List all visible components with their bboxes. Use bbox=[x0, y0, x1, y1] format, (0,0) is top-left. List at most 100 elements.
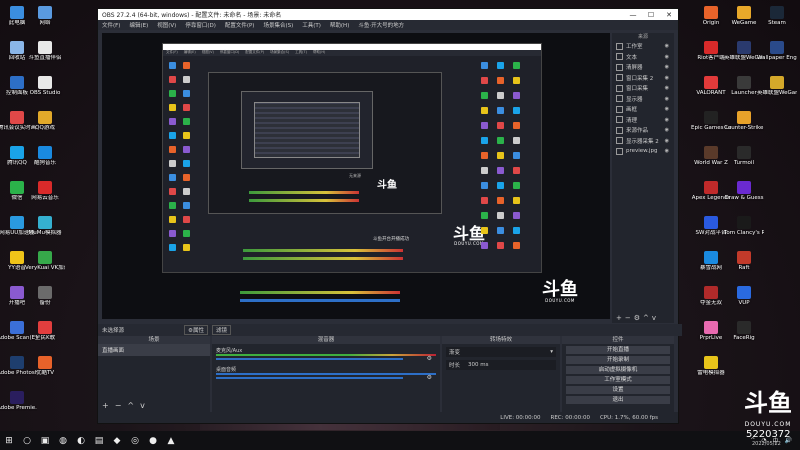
source-item[interactable]: 清屏器 ◉ bbox=[612, 62, 674, 73]
properties-button[interactable]: ⚙属性 bbox=[184, 325, 208, 335]
search-icon[interactable]: ○ bbox=[18, 431, 36, 450]
transition-select[interactable]: 渐变 ▾ bbox=[446, 347, 556, 357]
source-settings-button[interactable]: ⚙ bbox=[634, 314, 640, 322]
obs-titlebar[interactable]: OBS 27.2.4 (64-bit, windows) - 配置文件: 未命名… bbox=[98, 9, 678, 20]
studio-mode-button[interactable]: 工作室模式 bbox=[566, 376, 670, 384]
desktop-icon[interactable]: VALORANT bbox=[694, 72, 728, 107]
desktop-icon[interactable]: FaceRig bbox=[727, 317, 761, 352]
chrome-icon[interactable]: ◐ bbox=[72, 431, 90, 450]
desktop-icon[interactable]: Riot客户端 bbox=[694, 37, 728, 72]
eye-icon[interactable]: ◉ bbox=[665, 64, 669, 70]
desktop-icon[interactable]: 全民K歌 bbox=[28, 317, 62, 352]
menu-item[interactable]: 视图(V) bbox=[157, 21, 176, 29]
menu-item[interactable]: 配置文件(P) bbox=[225, 21, 255, 29]
eye-icon[interactable]: ◉ bbox=[665, 75, 669, 81]
menu-item[interactable]: 斗鱼·开大号的地方 bbox=[358, 21, 404, 29]
desktop-icon[interactable]: 备份 bbox=[28, 282, 62, 317]
app-icon[interactable]: ● bbox=[144, 431, 162, 450]
source-item[interactable]: 工作室 ◉ bbox=[612, 41, 674, 52]
desktop-icon[interactable]: World War Z bbox=[694, 142, 728, 177]
desktop-icon[interactable]: Counter-Strike Global Off bbox=[724, 107, 764, 142]
desktop-icon[interactable]: Epic Games Launcher bbox=[691, 107, 731, 142]
eye-icon[interactable]: ◉ bbox=[665, 96, 669, 102]
desktop-icon[interactable]: Origin bbox=[694, 2, 728, 37]
desktop-icon[interactable]: 夺金无双 bbox=[694, 282, 728, 317]
eye-icon[interactable]: ◉ bbox=[665, 117, 669, 123]
source-item[interactable]: 文本 ◉ bbox=[612, 52, 674, 63]
obs-preview[interactable]: 文件(F) 编辑(E) 视图(V) 停靠窗口(D) 配置文件(P) 场景集合(S) 工具(T… bbox=[102, 33, 610, 319]
desktop-icon[interactable]: Apex Legends bbox=[692, 177, 730, 212]
desktop-icon[interactable]: 网络 bbox=[28, 2, 62, 37]
desktop-icon[interactable]: MuMu模拟器 bbox=[28, 212, 62, 247]
desktop-icon[interactable]: 优酷TV bbox=[28, 352, 62, 387]
maximize-button[interactable]: ☐ bbox=[642, 11, 660, 19]
desktop-icon[interactable]: 英雄联盟WeGame版 bbox=[724, 37, 764, 72]
eye-icon[interactable]: ◉ bbox=[665, 85, 669, 91]
menu-item[interactable]: 工具(T) bbox=[302, 21, 321, 29]
desktop-icon[interactable]: VeryKuai VK加速器 bbox=[25, 247, 65, 282]
obs-icon[interactable]: ◎ bbox=[126, 431, 144, 450]
source-item[interactable]: 窗口采集 ◉ bbox=[612, 83, 674, 94]
source-item[interactable]: 来源作品 ◉ bbox=[612, 125, 674, 136]
edge-icon[interactable]: ◍ bbox=[54, 431, 72, 450]
close-button[interactable]: ✕ bbox=[660, 11, 678, 19]
source-down-button[interactable]: v bbox=[652, 314, 656, 322]
desktop-icon[interactable]: VUP bbox=[727, 282, 761, 317]
source-item[interactable]: preview.jpg ◉ bbox=[612, 146, 674, 157]
exit-button[interactable]: 退出 bbox=[566, 396, 670, 404]
add-source-button[interactable]: + bbox=[616, 314, 622, 322]
desktop-icon[interactable]: 斗鱼直播伴侣 bbox=[28, 37, 62, 72]
filters-button[interactable]: 滤镜 bbox=[211, 325, 231, 335]
settings-button[interactable]: 设置 bbox=[566, 386, 670, 394]
scene-down-button[interactable]: v bbox=[140, 401, 145, 410]
start-button[interactable]: ⊞ bbox=[0, 431, 18, 450]
store-icon[interactable]: ◆ bbox=[108, 431, 126, 450]
eye-icon[interactable]: ◉ bbox=[665, 106, 669, 112]
remove-scene-button[interactable]: − bbox=[115, 401, 122, 410]
desktop-settings-icon[interactable]: ⚙ bbox=[427, 374, 432, 381]
start-virtual-camera-button[interactable]: 启动虚拟摄像机 bbox=[566, 366, 670, 374]
desktop-icon[interactable]: Draw & Guess bbox=[724, 177, 764, 212]
desktop-icon[interactable]: WeGame bbox=[727, 2, 761, 37]
add-scene-button[interactable]: + bbox=[102, 401, 109, 410]
eye-icon[interactable]: ◉ bbox=[665, 148, 669, 154]
task-view-icon[interactable]: ▣ bbox=[36, 431, 54, 450]
source-item[interactable]: 显示器采集 2 ◉ bbox=[612, 136, 674, 147]
eye-icon[interactable]: ◉ bbox=[665, 43, 669, 49]
scene-item[interactable]: 直播画面 bbox=[98, 344, 210, 356]
menu-item[interactable]: 场景集合(S) bbox=[263, 21, 293, 29]
menu-item[interactable]: 帮助(H) bbox=[330, 21, 349, 29]
source-item[interactable]: 清理 ◉ bbox=[612, 115, 674, 126]
desktop-icon[interactable]: Launcher bbox=[727, 72, 761, 107]
duration-field[interactable]: 时长 300 ms bbox=[446, 360, 556, 370]
menu-item[interactable]: 停靠窗口(D) bbox=[185, 21, 216, 29]
source-item[interactable]: 窗口采集 2 ◉ bbox=[612, 73, 674, 84]
start-streaming-button[interactable]: 开始直播 bbox=[566, 346, 670, 354]
eye-icon[interactable]: ◉ bbox=[665, 127, 669, 133]
desktop-icon[interactable]: Wallpaper Engine bbox=[757, 37, 797, 72]
desktop-icon[interactable]: 雷电模拟器 bbox=[694, 352, 728, 387]
desktop-icon[interactable]: Raft bbox=[727, 247, 761, 282]
desktop-icon[interactable]: 英雄联盟WeGame版 bbox=[757, 72, 797, 107]
desktop-icon[interactable]: Steam bbox=[760, 2, 794, 37]
source-up-button[interactable]: ^ bbox=[643, 314, 649, 322]
start-recording-button[interactable]: 开始录制 bbox=[566, 356, 670, 364]
desktop-icon[interactable]: Turmoil bbox=[727, 142, 761, 177]
menu-item[interactable]: 编辑(E) bbox=[129, 21, 148, 29]
desktop-icon[interactable]: OBS Studio bbox=[28, 72, 62, 107]
scene-up-button[interactable]: ^ bbox=[127, 401, 134, 410]
minimize-button[interactable]: — bbox=[624, 11, 642, 19]
menu-item[interactable]: 文件(F) bbox=[102, 21, 120, 29]
desktop-icon[interactable]: 网易云音乐 bbox=[28, 177, 62, 212]
source-item[interactable]: 显示器 ◉ bbox=[612, 94, 674, 105]
desktop-icon[interactable]: QQ游戏 bbox=[28, 107, 62, 142]
remove-source-button[interactable]: − bbox=[625, 314, 631, 322]
desktop-volume-slider[interactable] bbox=[216, 377, 403, 379]
source-item[interactable]: 画框 ◉ bbox=[612, 104, 674, 115]
desktop-icon[interactable]: 暴雪战网 bbox=[694, 247, 728, 282]
desktop-icon[interactable]: 酷狗音乐 bbox=[28, 142, 62, 177]
desktop-icon[interactable]: PrprLive bbox=[694, 317, 728, 352]
mic-settings-icon[interactable]: ⚙ bbox=[427, 355, 432, 362]
desktop-icon[interactable]: Adobe Premie... bbox=[0, 387, 37, 422]
eye-icon[interactable]: ◉ bbox=[665, 138, 669, 144]
